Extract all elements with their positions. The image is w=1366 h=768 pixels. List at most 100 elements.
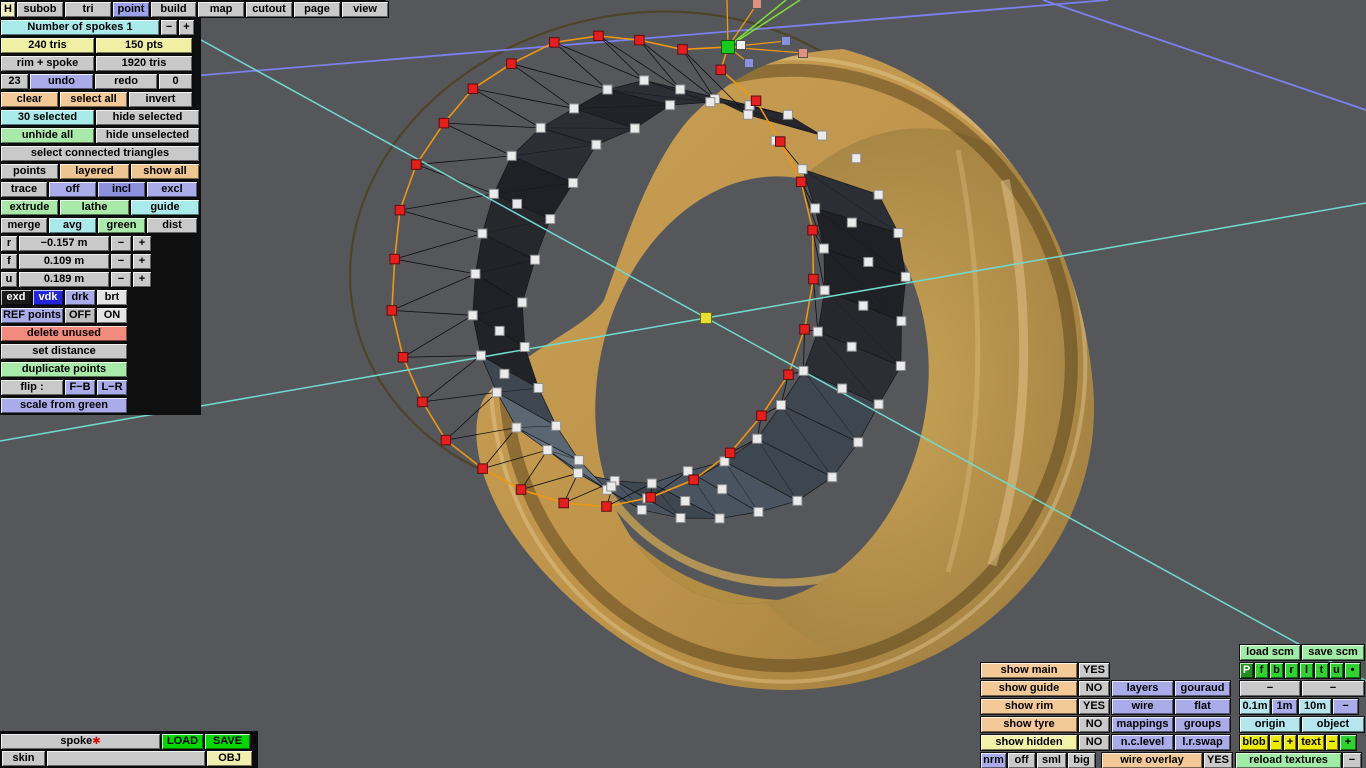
cell-show-hidden[interactable]: show hidden bbox=[981, 735, 1077, 750]
cell-groups[interactable]: groups bbox=[1175, 717, 1230, 732]
cell-f[interactable]: f bbox=[1, 254, 17, 269]
mesh-point[interactable] bbox=[893, 228, 904, 239]
selected-point[interactable] bbox=[549, 37, 560, 48]
cell-excl[interactable]: excl bbox=[147, 182, 197, 197]
cell-select-all[interactable]: select all bbox=[60, 92, 127, 107]
mesh-point[interactable] bbox=[714, 513, 725, 524]
cell-unhide-all[interactable]: unhide all bbox=[1, 128, 94, 143]
green-anchor-point[interactable] bbox=[721, 40, 735, 54]
cell-vdk[interactable]: vdk bbox=[33, 290, 63, 305]
selected-point[interactable] bbox=[724, 447, 736, 459]
cell-trace[interactable]: trace bbox=[1, 182, 47, 197]
mesh-point[interactable] bbox=[895, 360, 906, 371]
axis-handle-point[interactable] bbox=[752, 0, 762, 9]
mesh-point[interactable] bbox=[551, 420, 562, 431]
selected-point[interactable] bbox=[677, 44, 688, 55]
cell-1m[interactable]: 1m bbox=[1272, 699, 1297, 714]
cell-blob[interactable]: blob bbox=[1240, 735, 1268, 750]
mesh-point[interactable] bbox=[863, 256, 874, 267]
cell-[interactable]: − bbox=[1270, 735, 1282, 750]
cell-nrm[interactable]: nrm bbox=[981, 753, 1006, 768]
cell-show-tyre[interactable]: show tyre bbox=[981, 717, 1077, 732]
cell-incl[interactable]: incl bbox=[98, 182, 145, 197]
mesh-point[interactable] bbox=[675, 84, 686, 95]
selected-point[interactable] bbox=[397, 351, 409, 363]
cell-view[interactable]: view bbox=[342, 2, 388, 17]
view-b[interactable]: b bbox=[1270, 663, 1283, 678]
mesh-point[interactable] bbox=[817, 130, 828, 141]
cell-[interactable]: + bbox=[133, 254, 151, 269]
mesh-point[interactable] bbox=[827, 472, 838, 483]
mesh-point[interactable] bbox=[499, 368, 510, 379]
mesh-point[interactable] bbox=[846, 341, 857, 352]
selected-point[interactable] bbox=[808, 273, 819, 285]
mesh-point[interactable] bbox=[675, 513, 686, 524]
mesh-point[interactable] bbox=[812, 326, 823, 337]
cell-origin[interactable]: origin bbox=[1240, 717, 1300, 732]
cell-off[interactable]: OFF bbox=[65, 308, 95, 323]
axis-handle-point[interactable] bbox=[798, 48, 808, 58]
cell-0.1m[interactable]: 0.1m bbox=[1240, 699, 1270, 714]
mesh-point[interactable] bbox=[573, 468, 584, 479]
selected-point[interactable] bbox=[477, 463, 488, 474]
selected-point[interactable] bbox=[795, 176, 807, 188]
cell-show-main[interactable]: show main bbox=[981, 663, 1077, 678]
f-value[interactable]: 0.109 m bbox=[19, 254, 109, 269]
cell-f-b[interactable]: F−B bbox=[65, 380, 95, 395]
cell-0[interactable]: 0 bbox=[159, 74, 192, 89]
cell-clear[interactable]: clear bbox=[1, 92, 58, 107]
mesh-point[interactable] bbox=[797, 164, 808, 175]
cell-[interactable]: + bbox=[1284, 735, 1296, 750]
mesh-point[interactable] bbox=[475, 350, 486, 361]
mesh-point[interactable] bbox=[837, 383, 848, 394]
viewport-3d[interactable] bbox=[0, 0, 1366, 768]
cell-set-distance[interactable]: set distance bbox=[1, 344, 127, 359]
mesh-point[interactable] bbox=[629, 123, 640, 134]
obj-export-button[interactable]: OBJ bbox=[207, 751, 252, 766]
selected-point[interactable] bbox=[807, 224, 818, 236]
mesh-point[interactable] bbox=[568, 103, 579, 114]
cell-150-pts[interactable]: 150 pts bbox=[96, 38, 192, 53]
cell-[interactable]: − bbox=[1333, 699, 1358, 714]
selected-point[interactable] bbox=[386, 305, 398, 316]
mini-point[interactable] bbox=[736, 40, 746, 50]
cell-delete-unused[interactable]: delete unused bbox=[1, 326, 127, 341]
cell-undo[interactable]: undo bbox=[30, 74, 93, 89]
cell-scale-from-green[interactable]: scale from green bbox=[1, 398, 127, 413]
wire-overlay-toggle[interactable]: YES bbox=[1204, 753, 1232, 768]
cell-[interactable]: − bbox=[1240, 681, 1300, 696]
cell-mappings[interactable]: mappings bbox=[1112, 717, 1173, 732]
cell-on[interactable]: ON bbox=[97, 308, 127, 323]
origin-point[interactable] bbox=[700, 312, 712, 324]
selected-point[interactable] bbox=[715, 64, 727, 76]
save-button[interactable]: SAVE bbox=[205, 734, 250, 749]
mesh-point[interactable] bbox=[602, 84, 613, 95]
cell-subob[interactable]: subob bbox=[17, 2, 63, 17]
skin-name-field[interactable] bbox=[47, 751, 205, 766]
selected-point[interactable] bbox=[756, 410, 767, 421]
mesh-point[interactable] bbox=[752, 433, 763, 444]
cell-green[interactable]: green bbox=[98, 218, 145, 233]
selected-point[interactable] bbox=[593, 30, 604, 42]
mesh-point[interactable] bbox=[568, 177, 579, 188]
cell-cutout[interactable]: cutout bbox=[246, 2, 292, 17]
mesh-point[interactable] bbox=[717, 484, 728, 495]
mesh-point[interactable] bbox=[680, 496, 691, 507]
show-tyre-toggle[interactable]: NO bbox=[1079, 717, 1109, 732]
cell-select-connected-triangles[interactable]: select connected triangles bbox=[1, 146, 199, 161]
mesh-point[interactable] bbox=[519, 342, 530, 353]
cell-n.c.level[interactable]: n.c.level bbox=[1112, 735, 1173, 750]
mesh-point[interactable] bbox=[477, 228, 488, 239]
mesh-point[interactable] bbox=[488, 188, 499, 199]
cell-show-guide[interactable]: show guide bbox=[981, 681, 1077, 696]
show-guide-toggle[interactable]: NO bbox=[1079, 681, 1109, 696]
cell-build[interactable]: build bbox=[151, 2, 196, 17]
mesh-point[interactable] bbox=[517, 297, 528, 308]
mesh-point[interactable] bbox=[753, 507, 764, 518]
mesh-point[interactable] bbox=[782, 109, 793, 120]
mesh-point[interactable] bbox=[491, 387, 502, 398]
mesh-point[interactable] bbox=[873, 399, 884, 410]
ref-point[interactable] bbox=[744, 58, 754, 68]
cell-number-of-spokes-1[interactable]: Number of spokes 1 bbox=[1, 20, 159, 35]
cell-ref-points[interactable]: REF points bbox=[1, 308, 63, 323]
